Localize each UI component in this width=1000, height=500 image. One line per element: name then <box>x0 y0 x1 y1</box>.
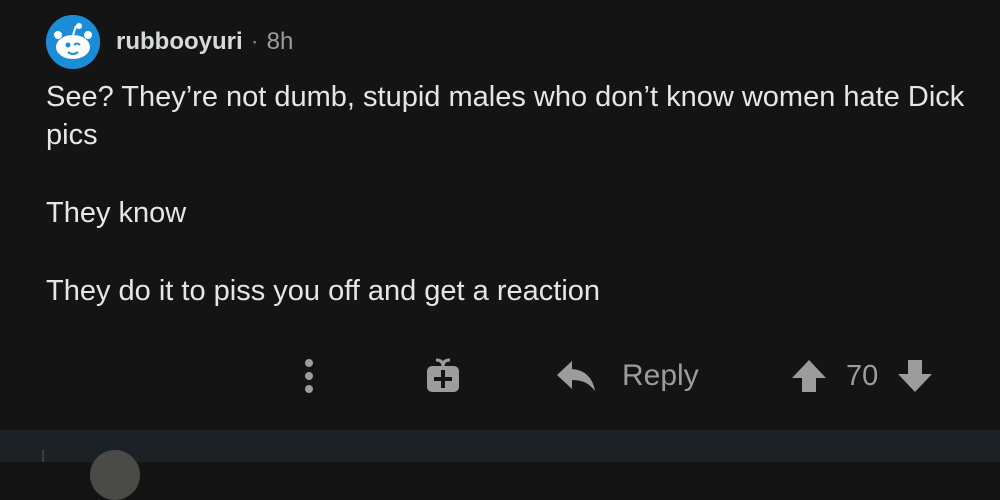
more-options-button[interactable] <box>300 356 318 396</box>
downvote-arrow-icon[interactable] <box>896 358 934 394</box>
more-vertical-icon <box>305 359 313 393</box>
comment-body: See? They’re not dumb, stupid males who … <box>46 78 976 310</box>
comment-actions: Reply 70 <box>0 350 1000 402</box>
upvote-arrow-icon[interactable] <box>790 358 828 394</box>
comment-paragraph: They know <box>46 197 187 229</box>
separator-dot: · <box>250 28 259 55</box>
thread-line <box>42 450 44 462</box>
gift-award-icon <box>427 358 459 392</box>
snoo-avatar-icon <box>46 15 100 69</box>
reply-label: Reply <box>622 359 699 392</box>
comment-header: rubbooyuri · 8h <box>46 14 293 70</box>
vote-score: 70 <box>846 359 879 392</box>
avatar[interactable] <box>46 15 100 69</box>
comment: rubbooyuri · 8h See? They’re not dumb, s… <box>0 0 1000 430</box>
vote-controls: 70 <box>790 354 934 398</box>
avatar[interactable] <box>90 450 140 500</box>
award-button[interactable] <box>426 356 460 396</box>
username[interactable]: rubbooyuri <box>116 28 243 56</box>
reply-arrow-icon <box>557 361 595 391</box>
reply-button[interactable]: Reply <box>556 354 699 398</box>
timestamp: 8h <box>266 28 294 55</box>
next-comment-preview[interactable] <box>0 430 1000 500</box>
comment-paragraph: See? They’re not dumb, stupid males who … <box>46 81 965 151</box>
comment-paragraph: They do it to piss you off and get a rea… <box>46 275 601 307</box>
